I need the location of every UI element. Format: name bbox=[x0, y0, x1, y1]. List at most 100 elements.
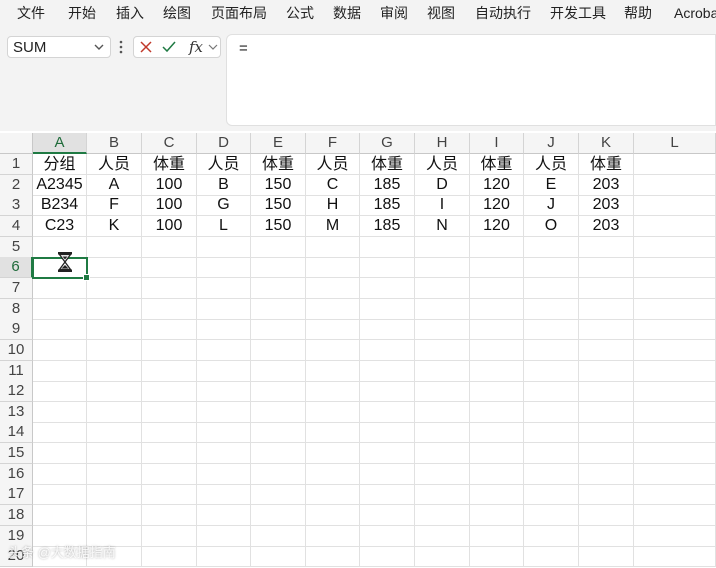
cell-i10[interactable] bbox=[470, 340, 524, 361]
cell-i18[interactable] bbox=[470, 505, 524, 526]
cell-h16[interactable] bbox=[415, 464, 470, 485]
menu-item-5[interactable]: 公式 bbox=[286, 3, 314, 23]
cell-i19[interactable] bbox=[470, 526, 524, 547]
cell-f10[interactable] bbox=[306, 340, 360, 361]
cell-j11[interactable] bbox=[524, 361, 579, 382]
cell-l3[interactable] bbox=[634, 195, 716, 216]
cell-k10[interactable] bbox=[579, 340, 634, 361]
cell-f19[interactable] bbox=[306, 526, 360, 547]
cell-g16[interactable] bbox=[360, 464, 415, 485]
cell-l14[interactable] bbox=[634, 422, 716, 443]
cell-c7[interactable] bbox=[142, 278, 197, 299]
more-options-icon[interactable] bbox=[118, 38, 124, 56]
cell-j8[interactable] bbox=[524, 299, 579, 320]
row-header-6[interactable]: 6 bbox=[0, 257, 33, 278]
cell-b16[interactable] bbox=[87, 464, 142, 485]
menu-item-0[interactable]: 文件 bbox=[17, 3, 45, 23]
cell-f1[interactable]: 人员 bbox=[306, 154, 360, 175]
cell-h6[interactable] bbox=[415, 257, 470, 278]
cell-d10[interactable] bbox=[197, 340, 251, 361]
row-header-15[interactable]: 15 bbox=[0, 443, 33, 464]
column-header-j[interactable]: J bbox=[524, 133, 579, 154]
cell-f17[interactable] bbox=[306, 484, 360, 505]
cell-g9[interactable] bbox=[360, 319, 415, 340]
cell-c4[interactable]: 100 bbox=[142, 216, 197, 237]
cell-l4[interactable] bbox=[634, 216, 716, 237]
cell-g20[interactable] bbox=[360, 546, 415, 567]
cell-i6[interactable] bbox=[470, 257, 524, 278]
x-icon[interactable] bbox=[140, 41, 152, 53]
row-header-2[interactable]: 2 bbox=[0, 175, 33, 196]
cell-c5[interactable] bbox=[142, 237, 197, 258]
cell-i11[interactable] bbox=[470, 361, 524, 382]
cell-h2[interactable]: D bbox=[415, 175, 470, 196]
cell-l11[interactable] bbox=[634, 361, 716, 382]
menu-item-12[interactable]: Acroba bbox=[674, 3, 716, 23]
cell-g11[interactable] bbox=[360, 361, 415, 382]
cell-e20[interactable] bbox=[251, 546, 306, 567]
cell-b11[interactable] bbox=[87, 361, 142, 382]
menu-item-2[interactable]: 插入 bbox=[116, 3, 144, 23]
row-header-7[interactable]: 7 bbox=[0, 278, 33, 299]
cell-e7[interactable] bbox=[251, 278, 306, 299]
cell-b7[interactable] bbox=[87, 278, 142, 299]
row-header-3[interactable]: 3 bbox=[0, 195, 33, 216]
cell-f6[interactable] bbox=[306, 257, 360, 278]
cell-d8[interactable] bbox=[197, 299, 251, 320]
row-header-14[interactable]: 14 bbox=[0, 422, 33, 443]
cell-k20[interactable] bbox=[579, 546, 634, 567]
cell-i20[interactable] bbox=[470, 546, 524, 567]
cell-g18[interactable] bbox=[360, 505, 415, 526]
cell-f20[interactable] bbox=[306, 546, 360, 567]
cell-f2[interactable]: C bbox=[306, 175, 360, 196]
cell-h14[interactable] bbox=[415, 422, 470, 443]
cell-h3[interactable]: I bbox=[415, 195, 470, 216]
column-header-l[interactable]: L bbox=[634, 133, 716, 154]
row-header-5[interactable]: 5 bbox=[0, 237, 33, 258]
cell-a8[interactable] bbox=[33, 299, 87, 320]
cell-c11[interactable] bbox=[142, 361, 197, 382]
cell-c12[interactable] bbox=[142, 381, 197, 402]
cell-l9[interactable] bbox=[634, 319, 716, 340]
cell-e18[interactable] bbox=[251, 505, 306, 526]
cell-l13[interactable] bbox=[634, 402, 716, 423]
menu-item-7[interactable]: 审阅 bbox=[380, 3, 408, 23]
cell-k5[interactable] bbox=[579, 237, 634, 258]
cell-i12[interactable] bbox=[470, 381, 524, 402]
cell-k6[interactable] bbox=[579, 257, 634, 278]
cell-f15[interactable] bbox=[306, 443, 360, 464]
cell-c10[interactable] bbox=[142, 340, 197, 361]
cell-a7[interactable] bbox=[33, 278, 87, 299]
menu-item-11[interactable]: 帮助 bbox=[624, 3, 652, 23]
cell-h17[interactable] bbox=[415, 484, 470, 505]
menu-item-3[interactable]: 绘图 bbox=[163, 3, 191, 23]
cell-g15[interactable] bbox=[360, 443, 415, 464]
cell-d6[interactable] bbox=[197, 257, 251, 278]
column-header-a[interactable]: A bbox=[33, 133, 87, 154]
cell-k13[interactable] bbox=[579, 402, 634, 423]
cell-e10[interactable] bbox=[251, 340, 306, 361]
cell-l18[interactable] bbox=[634, 505, 716, 526]
cell-b2[interactable]: A bbox=[87, 175, 142, 196]
cell-l17[interactable] bbox=[634, 484, 716, 505]
cell-c15[interactable] bbox=[142, 443, 197, 464]
row-header-18[interactable]: 18 bbox=[0, 505, 33, 526]
cell-e12[interactable] bbox=[251, 381, 306, 402]
cell-c1[interactable]: 体重 bbox=[142, 154, 197, 175]
cell-b9[interactable] bbox=[87, 319, 142, 340]
cell-g4[interactable]: 185 bbox=[360, 216, 415, 237]
cell-f12[interactable] bbox=[306, 381, 360, 402]
cell-k18[interactable] bbox=[579, 505, 634, 526]
cell-a1[interactable]: 分组 bbox=[33, 154, 87, 175]
cell-g17[interactable] bbox=[360, 484, 415, 505]
cell-k9[interactable] bbox=[579, 319, 634, 340]
cell-e5[interactable] bbox=[251, 237, 306, 258]
cell-c16[interactable] bbox=[142, 464, 197, 485]
cell-b1[interactable]: 人员 bbox=[87, 154, 142, 175]
cell-k4[interactable]: 203 bbox=[579, 216, 634, 237]
cell-d5[interactable] bbox=[197, 237, 251, 258]
cell-b12[interactable] bbox=[87, 381, 142, 402]
cell-k12[interactable] bbox=[579, 381, 634, 402]
cell-b6[interactable] bbox=[87, 257, 142, 278]
cell-c14[interactable] bbox=[142, 422, 197, 443]
